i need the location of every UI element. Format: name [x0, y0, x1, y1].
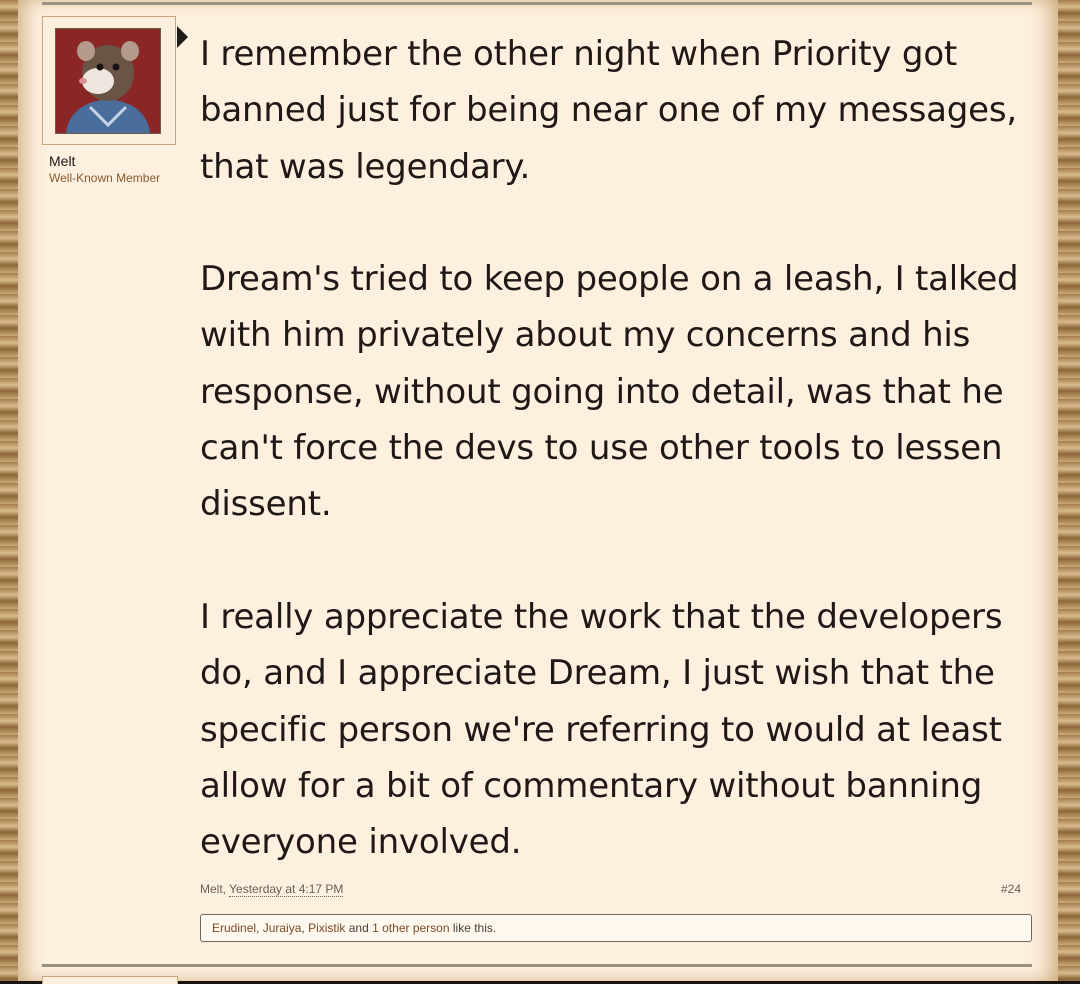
message-paragraph: Dream's tried to keep people on a leash,… [200, 259, 1019, 525]
username[interactable]: Melt [49, 153, 75, 169]
post-divider-top [42, 2, 1032, 5]
other-likers-link[interactable]: 1 other person [372, 921, 449, 935]
post-timestamp[interactable]: Yesterday at 4:17 PM [229, 882, 344, 897]
meta-author[interactable]: Melt [200, 882, 223, 896]
message-paragraph: I remember the other night when Priority… [200, 34, 1018, 187]
avatar[interactable] [55, 28, 161, 134]
next-post-avatar-frame [42, 976, 178, 984]
burnt-edge-left [0, 0, 18, 981]
post-meta: Melt, Yesterday at 4:17 PM [200, 882, 344, 897]
likes-summary: Erudinel, Juraiya, Pixistik and 1 other … [200, 914, 1032, 942]
post-number-link[interactable]: #24 [1001, 882, 1021, 896]
post-divider-bottom [42, 964, 1032, 967]
liker-link[interactable]: Erudinel [212, 921, 256, 935]
message-paragraph: I really appreciate the work that the de… [200, 596, 1003, 863]
avatar-frame[interactable] [42, 16, 176, 145]
liker-link[interactable]: Juraiya [263, 921, 302, 935]
likes-suffix: like this. [452, 921, 497, 935]
rat-avatar-icon [56, 29, 160, 133]
user-title: Well-Known Member [49, 171, 161, 185]
likes-and-text: and [348, 921, 369, 935]
speech-pointer-arrow-icon [177, 26, 188, 48]
liker-link[interactable]: Pixistik [308, 921, 345, 935]
burnt-edge-right [1058, 0, 1080, 981]
message-body: I remember the other night when Priority… [200, 26, 1020, 870]
